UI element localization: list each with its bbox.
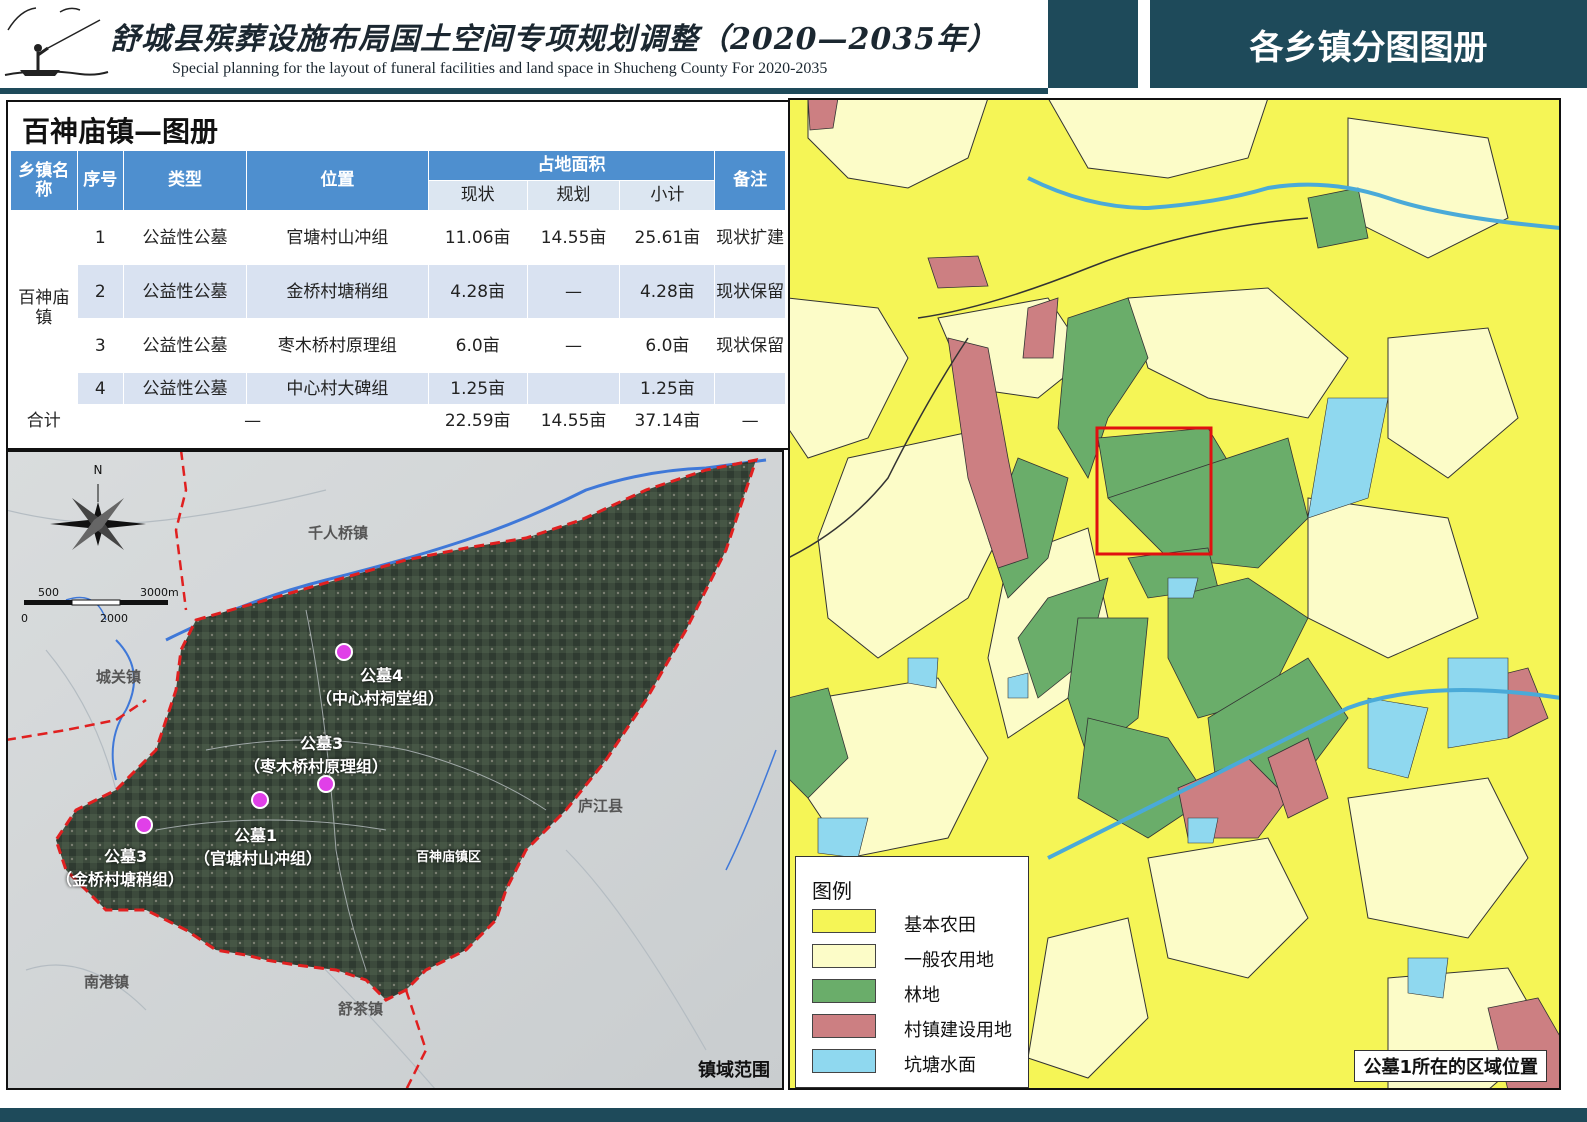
location-cell: 金桥村塘稍组 — [246, 264, 429, 319]
town-seat-label: 百神庙镇区 — [416, 850, 482, 865]
zoom-map-caption: 公墓1所在的区域位置 — [1354, 1050, 1547, 1082]
cemetery-3b-name: 公墓3 — [104, 847, 148, 866]
table-row: 3 公益性公墓 枣木桥村原理组 6.0亩 — 6.0亩 现状保留 — [11, 318, 786, 373]
legend-label-forest: 林地 — [904, 985, 940, 1006]
note-cell: 现状扩建 — [714, 210, 786, 265]
total-label-cell: 合计 — [10, 404, 78, 437]
overview-caption: 镇域范围 — [698, 1060, 770, 1081]
total-planned-cell: 14.55亩 — [526, 404, 621, 437]
subtotal-cell: 1.25亩 — [619, 372, 716, 405]
table-row: 百神庙镇 1 公益性公墓 官塘村山冲组 11.06亩 14.55亩 25.61亩… — [10, 210, 786, 405]
cemetery-4-place: （中心村祠堂组） — [316, 689, 445, 708]
current-cell: 11.06亩 — [427, 210, 528, 265]
total-subtotal-cell: 37.14亩 — [619, 404, 716, 437]
seq-cell: 1 — [76, 210, 125, 265]
col-header-area: 占地面积 — [427, 150, 716, 181]
neighbor-east: 庐江县 — [578, 797, 624, 815]
col-header-planned: 规划 — [526, 180, 621, 211]
legend-swatch-basic-farmland — [812, 909, 876, 933]
note-cell: 现状保留 — [714, 318, 786, 373]
neighbor-south: 舒茶镇 — [338, 1000, 384, 1018]
total-note-cell: — — [714, 404, 786, 437]
seq-cell: 2 — [76, 264, 125, 319]
current-cell: 6.0亩 — [427, 318, 528, 373]
legend-swatch-general-farmland — [812, 944, 876, 968]
legend-title: 图例 — [812, 879, 852, 903]
col-header-type: 类型 — [122, 150, 248, 211]
total-current-cell: 22.59亩 — [427, 404, 528, 437]
table-row: 2 公益性公墓 金桥村塘稍组 4.28亩 — 4.28亩 现状保留 — [11, 264, 786, 319]
scale-label-500: 500 — [38, 586, 59, 599]
cemetery-1-place: （官塘村山冲组） — [194, 849, 323, 868]
type-cell: 公益性公墓 — [122, 372, 248, 405]
legend-swatch-construction — [812, 1014, 876, 1038]
neighbor-west: 城关镇 — [96, 668, 142, 686]
note-cell: 现状保留 — [714, 264, 786, 319]
col-header-location: 位置 — [246, 150, 429, 211]
location-cell: 中心村大碑组 — [246, 372, 429, 405]
table-row: 4 公益性公墓 中心村大碑组 1.25亩 1.25亩 — [11, 372, 786, 405]
seq-cell: 3 — [76, 318, 125, 373]
legend-label-general-farmland: 一般农用地 — [904, 950, 994, 971]
cemetery-3b-place: （金桥村塘稍组） — [56, 870, 185, 889]
seq-cell: 4 — [76, 372, 125, 405]
neighbor-north: 千人桥镇 — [308, 524, 369, 542]
type-cell: 公益性公墓 — [122, 318, 248, 373]
col-header-note: 备注 — [714, 150, 786, 211]
legend-label-basic-farmland: 基本农田 — [904, 915, 976, 936]
legend-label-pond: 坑塘水面 — [904, 1055, 976, 1076]
note-cell — [714, 372, 786, 405]
atlas-title: 各乡镇分图图册 — [1249, 28, 1488, 68]
table-title: 百神庙镇—图册 — [22, 115, 219, 148]
cemetery-4-marker — [335, 643, 353, 661]
col-header-subtotal: 小计 — [619, 180, 716, 211]
cemetery-3-marker — [317, 775, 335, 793]
location-cell: 官塘村山冲组 — [246, 210, 429, 265]
scale-bar — [24, 599, 168, 606]
col-header-current: 现状 — [427, 180, 528, 211]
legend-swatch-forest — [812, 979, 876, 1003]
planned-cell: 14.55亩 — [526, 210, 621, 265]
document-subtitle-en: Special planning for the layout of funer… — [172, 60, 828, 77]
legend-label-construction: 村镇建设用地 — [904, 1020, 1012, 1041]
legend-swatch-pond — [812, 1049, 876, 1073]
planned-cell — [526, 372, 621, 405]
current-cell: 4.28亩 — [427, 264, 528, 319]
overview-map-panel: N 500 3000m 0 2000 千人桥镇 城关镇 庐江县 南港镇 舒茶镇 … — [6, 450, 784, 1090]
planned-cell: — — [526, 264, 621, 319]
scale-label-3000: 3000m — [140, 586, 179, 599]
cemetery-3-place: （枣木桥村原理组） — [244, 757, 389, 776]
subtotal-cell: 4.28亩 — [619, 264, 716, 319]
subtotal-cell: 6.0亩 — [619, 318, 716, 373]
type-cell: 公益性公墓 — [122, 264, 248, 319]
cemetery-3b-marker — [135, 816, 153, 834]
total-merged-cell: — — [76, 404, 429, 437]
cemetery-table: 乡镇名称 序号 类型 位置 占地面积 备注 现状 规划 小计 百神庙镇 1 公益… — [10, 150, 786, 437]
town-name-cell: 百神庙镇 — [10, 210, 78, 405]
scale-label-0: 0 — [21, 612, 28, 625]
document-title: 舒城县殡葬设施布局国土空间专项规划调整（2020—2035年） — [110, 22, 998, 57]
location-cell: 枣木桥村原理组 — [246, 318, 429, 373]
col-header-town: 乡镇名称 — [10, 150, 78, 211]
overview-map-canvas: N 500 3000m 0 2000 — [8, 452, 782, 1088]
scale-label-2000: 2000 — [100, 612, 128, 625]
subtotal-cell: 25.61亩 — [619, 210, 716, 265]
header-underline — [0, 88, 1048, 94]
planned-cell: — — [526, 318, 621, 373]
cemetery-1-name: 公墓1 — [234, 826, 278, 845]
cemetery-4-name: 公墓4 — [360, 666, 404, 685]
map-legend: 图例 基本农田 一般农用地 林地 村镇建设用地 坑塘水面 — [795, 856, 1029, 1088]
footer-band — [0, 1108, 1587, 1122]
zoom-map-panel: 图例 基本农田 一般农用地 林地 村镇建设用地 坑塘水面 公墓1所在的区域位置 — [788, 98, 1561, 1090]
type-cell: 公益性公墓 — [122, 210, 248, 265]
table-total-row: 合计 — 22.59亩 14.55亩 37.14亩 — — [10, 404, 786, 437]
fisherman-logo-icon — [4, 7, 109, 76]
cemetery-3-name: 公墓3 — [300, 734, 344, 753]
current-cell: 1.25亩 — [427, 372, 528, 405]
header-divider-strip — [1048, 0, 1138, 88]
cemetery-1-marker — [251, 791, 269, 809]
compass-north-label: N — [94, 463, 103, 477]
neighbor-southwest: 南港镇 — [84, 973, 130, 991]
col-header-seq: 序号 — [76, 150, 125, 211]
